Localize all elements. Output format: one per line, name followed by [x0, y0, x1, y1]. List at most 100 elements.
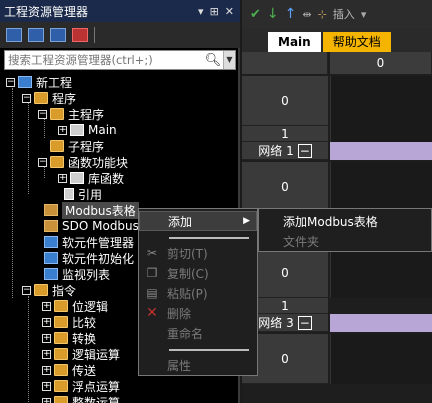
tree-node-soft-element-init[interactable]: 软元件初始化 — [44, 250, 134, 266]
expand-icon[interactable]: + — [58, 125, 67, 135]
tree-node-library-function[interactable]: + 库函数 — [58, 170, 124, 186]
ladder-cell[interactable] — [330, 248, 432, 298]
search-input[interactable] — [5, 51, 203, 69]
menu-item-rename[interactable]: 重命名 — [139, 323, 257, 343]
library-icon — [70, 172, 84, 184]
tree-node-instructions[interactable]: − 指令 — [22, 282, 76, 298]
tree-node-transfer[interactable]: + 传送 — [42, 362, 96, 378]
row-number: 0 — [242, 76, 328, 126]
tab-main[interactable]: Main — [268, 32, 321, 52]
tree-label: 库函数 — [88, 171, 125, 186]
submenu-item-folder[interactable]: 文件夹 — [259, 231, 431, 251]
network-comment-bar[interactable] — [330, 314, 432, 332]
tree-node-sdo-modbus[interactable]: SDO Modbus — [44, 218, 139, 234]
tree-node-main-program[interactable]: − 主程序 — [38, 106, 104, 122]
tree-node-function-block[interactable]: − 函数功能块 — [38, 154, 128, 170]
expand-icon[interactable]: + — [42, 397, 51, 403]
tree-node-reference[interactable]: 引用 — [64, 186, 102, 202]
toolbar-view-icon[interactable] — [6, 28, 22, 42]
menu-label: 添加 — [168, 214, 193, 229]
network-header-1[interactable]: 网络 1 − — [242, 142, 328, 160]
tree-label: 传送 — [72, 363, 97, 378]
folder-icon — [34, 92, 48, 104]
expand-icon[interactable]: + — [42, 349, 51, 359]
toolbar-filter-icon[interactable] — [72, 28, 88, 42]
toolbar-variable-icon[interactable] — [50, 28, 66, 42]
tree-label: 指令 — [52, 283, 77, 298]
collapse-network-icon[interactable]: − — [297, 143, 312, 158]
close-icon[interactable]: ✕ — [225, 5, 234, 18]
ladder-cell[interactable] — [330, 126, 432, 142]
ladder-program-icon — [70, 124, 84, 136]
collapse-icon[interactable]: − — [38, 157, 47, 167]
monitor-icon — [44, 268, 58, 280]
network-comment-bar[interactable] — [330, 142, 432, 160]
arrow-up-icon[interactable]: ↑ — [285, 6, 297, 22]
tree-node-compare[interactable]: + 比较 — [42, 314, 96, 330]
copy-icon: ❐ — [146, 266, 158, 280]
split-icon[interactable]: ⇹ — [302, 8, 311, 21]
menu-item-cut[interactable]: ✂ 剪切(T) — [139, 243, 257, 263]
ladder-cell[interactable] — [330, 76, 432, 126]
folder-icon — [54, 316, 68, 328]
insert-icon[interactable]: ⊹ — [318, 8, 327, 21]
expand-icon[interactable]: + — [58, 173, 67, 183]
submenu-item-add-modbus-table[interactable]: 添加Modbus表格 — [259, 211, 431, 231]
folder-icon — [54, 332, 68, 344]
toolbar-grid-icon[interactable] — [28, 28, 44, 42]
tree-node-logic-ops[interactable]: + 逻辑运算 — [42, 346, 120, 362]
folder-icon — [54, 300, 68, 312]
collapse-icon[interactable]: − — [38, 109, 47, 119]
tree-node-integer-ops[interactable]: + 整数运算 — [42, 394, 120, 403]
insert-label[interactable]: 插入 — [333, 6, 355, 22]
folder-icon — [50, 140, 64, 152]
ladder-cell[interactable] — [330, 162, 432, 212]
folder-icon — [54, 380, 68, 392]
panel-title: 工程资源管理器 — [4, 4, 89, 19]
expand-icon[interactable]: + — [42, 365, 51, 375]
row-number: 0 — [242, 162, 328, 212]
ladder-cell[interactable] — [330, 334, 432, 384]
arrow-down-icon[interactable]: ↓ — [267, 6, 279, 22]
tree-node-bit-logic[interactable]: + 位逻辑 — [42, 298, 108, 314]
tree-node-float-ops[interactable]: + 浮点运算 — [42, 378, 120, 394]
menu-label: 重命名 — [167, 326, 204, 341]
tree-label: 逻辑运算 — [72, 347, 121, 362]
expand-icon[interactable]: + — [42, 381, 51, 391]
folder-icon — [54, 364, 68, 376]
menu-item-copy[interactable]: ❐ 复制(C) — [139, 263, 257, 283]
tree-node-project[interactable]: − 新工程 — [6, 74, 72, 90]
tab-help-doc[interactable]: 帮助文档 — [322, 32, 391, 52]
pin-icon[interactable]: ⊞ — [210, 5, 219, 18]
collapse-icon[interactable]: − — [22, 93, 31, 103]
folder-icon — [50, 108, 64, 120]
menu-item-paste[interactable]: ▤ 粘贴(P) — [139, 283, 257, 303]
tree-label: 程序 — [52, 91, 77, 106]
search-icon[interactable]: 🔍︎ — [203, 53, 223, 68]
expand-icon[interactable]: + — [42, 301, 51, 311]
collapse-icon[interactable]: − — [22, 285, 31, 295]
tree-label: 软元件管理器 — [62, 235, 135, 250]
menu-item-delete[interactable]: ✕ 删除 — [139, 303, 257, 323]
explorer-search-box: 🔍︎ ▼ — [4, 50, 236, 70]
menu-item-properties[interactable]: 属性 — [139, 355, 257, 375]
tree-node-soft-element-manager[interactable]: 软元件管理器 — [44, 234, 134, 250]
menu-separator — [169, 349, 249, 351]
collapse-network-icon[interactable]: − — [297, 315, 312, 330]
tree-node-program[interactable]: − 程序 — [22, 90, 76, 106]
tree-node-convert[interactable]: + 转换 — [42, 330, 96, 346]
tree-node-main[interactable]: + Main — [58, 122, 117, 138]
tree-label: 浮点运算 — [72, 379, 121, 394]
dropdown-icon[interactable]: ▾ — [198, 5, 204, 18]
tree-node-modbus-table[interactable]: Modbus表格 — [44, 201, 139, 219]
expand-icon[interactable]: + — [42, 317, 51, 327]
menu-label: 属性 — [167, 358, 192, 373]
menu-item-add[interactable]: 添加 ▶ — [139, 211, 257, 231]
collapse-icon[interactable]: − — [6, 77, 15, 87]
search-dropdown-icon[interactable]: ▼ — [223, 51, 235, 69]
tree-node-subroutine[interactable]: 子程序 — [50, 138, 104, 154]
tree-node-monitor-list[interactable]: 监视列表 — [44, 266, 110, 282]
check-icon[interactable]: ✔ — [250, 7, 261, 22]
expand-icon[interactable]: + — [42, 333, 51, 343]
chevron-down-icon[interactable]: ▾ — [361, 8, 367, 21]
